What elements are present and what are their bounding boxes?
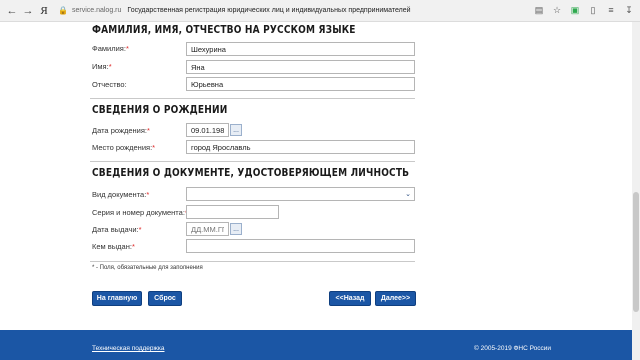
- issue-date-input[interactable]: [186, 222, 229, 236]
- issued-by-label: Кем выдан:*: [92, 242, 135, 251]
- home-button[interactable]: На главную: [92, 291, 142, 306]
- browser-toolbar: ← → Я 🔒 service.nalog.ru Государственная…: [0, 0, 640, 22]
- scrollbar[interactable]: [632, 22, 640, 360]
- required-note: * - Поля, обязательные для заполнения: [92, 265, 203, 271]
- doc-type-select[interactable]: [186, 187, 415, 201]
- reset-button[interactable]: Сброс: [148, 291, 182, 306]
- birth-place-label: Место рождения:*: [92, 143, 156, 152]
- patronymic-label: Отчество:: [92, 80, 127, 89]
- doc-type-label: Вид документа:*: [92, 190, 150, 199]
- doc-number-input[interactable]: [186, 205, 279, 219]
- divider: [90, 161, 415, 162]
- divider: [90, 261, 415, 262]
- copyright: © 2005-2019 ФНС России: [474, 345, 552, 352]
- doc-number-label: Серия и номер документа:*: [92, 208, 188, 217]
- menu-icon[interactable]: ≡: [604, 3, 618, 17]
- address-domain: service.nalog.ru: [71, 7, 122, 14]
- lock-icon: 🔒: [58, 6, 68, 15]
- birth-place-input[interactable]: [186, 140, 415, 154]
- calendar-picker-icon[interactable]: ...: [230, 223, 242, 235]
- issued-by-input[interactable]: [186, 239, 415, 253]
- surname-input[interactable]: [186, 42, 415, 56]
- next-button[interactable]: Далее>>: [375, 291, 416, 306]
- birth-date-label: Дата рождения:*: [92, 126, 150, 135]
- section-title-document: СВЕДЕНИЯ О ДОКУМЕНТЕ, УДОСТОВЕРЯЮЩЕМ ЛИЧ…: [92, 167, 410, 179]
- bookmark-icon[interactable]: ☆: [550, 3, 564, 17]
- name-label: Имя:*: [92, 62, 112, 71]
- divider: [90, 98, 415, 99]
- issue-date-label: Дата выдачи:*: [92, 225, 142, 234]
- surname-label: Фамилия:*: [92, 44, 129, 53]
- scrollbar-thumb[interactable]: [633, 192, 639, 312]
- birth-date-input[interactable]: [186, 123, 229, 137]
- extension-icon[interactable]: ▣: [568, 3, 582, 17]
- yandex-logo-icon[interactable]: Я: [36, 3, 52, 19]
- patronymic-input[interactable]: [186, 77, 415, 91]
- chevron-down-icon[interactable]: ⌄: [403, 188, 413, 200]
- translate-icon[interactable]: ▯: [586, 3, 600, 17]
- section-title-name: ФАМИЛИЯ, ИМЯ, ОТЧЕСТВО НА РУССКОМ ЯЗЫКЕ: [92, 24, 356, 36]
- download-icon[interactable]: ↧: [622, 3, 636, 17]
- address-page-title: Государственная регистрация юридических …: [127, 7, 411, 14]
- forward-arrow-icon[interactable]: →: [20, 3, 36, 19]
- name-input[interactable]: [186, 60, 415, 74]
- back-arrow-icon[interactable]: ←: [4, 3, 20, 19]
- section-title-birth: СВЕДЕНИЯ О РОЖДЕНИИ: [92, 104, 228, 116]
- back-button[interactable]: <<Назад: [329, 291, 371, 306]
- calendar-picker-icon[interactable]: ...: [230, 124, 242, 136]
- support-link[interactable]: Техническая поддержка: [92, 345, 164, 352]
- reader-icon[interactable]: ▤: [532, 3, 546, 17]
- address-bar[interactable]: 🔒 service.nalog.ru Государственная регис…: [58, 3, 411, 19]
